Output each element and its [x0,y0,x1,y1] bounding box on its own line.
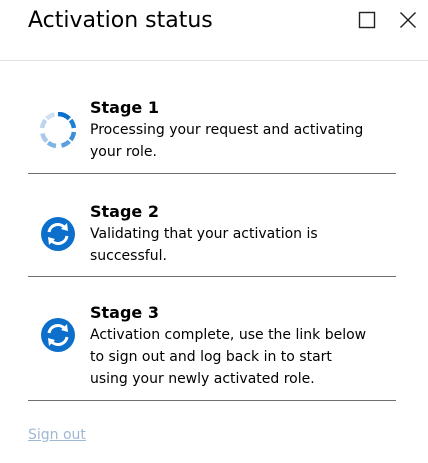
stage-3-name: Stage 3 [90,303,159,322]
blade-header: Activation status [0,0,428,61]
spinner-icon [39,111,77,149]
stage-2-description: Validating that your activation is succe… [90,223,396,267]
refresh-icon [40,317,76,353]
activation-status-blade: Activation status Stage 1 Processing you… [0,0,428,463]
stage-1-text: Stage 1 Processing your request and acti… [90,97,396,163]
close-icon [400,12,416,28]
stage-2-name: Stage 2 [90,202,159,221]
stage-3-description-line: using your newly activated role. [90,371,315,387]
stage-2-item: Stage 2 Validating that your activation … [28,201,396,277]
maximize-button[interactable] [358,9,376,29]
stage-3-item: Stage 3 Activation complete, use the lin… [28,302,396,401]
stage-2-description-line: successful. [90,248,167,264]
stage-1-description-line: your role. [90,144,157,160]
stage-2-text: Stage 2 Validating that your activation … [90,201,396,267]
stage-3-description-line: to sign out and log back in to start [90,349,332,365]
maximize-icon [358,11,376,29]
stage-1-description-line: Processing your request and activating [90,122,364,138]
stage-3-description: Activation complete, use the link below … [90,324,396,390]
sign-out-link[interactable]: Sign out [28,425,86,445]
page-title: Activation status [28,8,213,33]
stage-3-description-line: Activation complete, use the link below [90,327,367,343]
close-button[interactable] [399,9,417,29]
refresh-icon [40,216,76,252]
stage-1-name: Stage 1 [90,98,159,117]
stage-1-item: Stage 1 Processing your request and acti… [28,97,396,174]
stage-1-description: Processing your request and activating y… [90,119,396,163]
stage-3-text: Stage 3 Activation complete, use the lin… [90,302,396,390]
stage-2-description-line: Validating that your activation is [90,226,318,242]
